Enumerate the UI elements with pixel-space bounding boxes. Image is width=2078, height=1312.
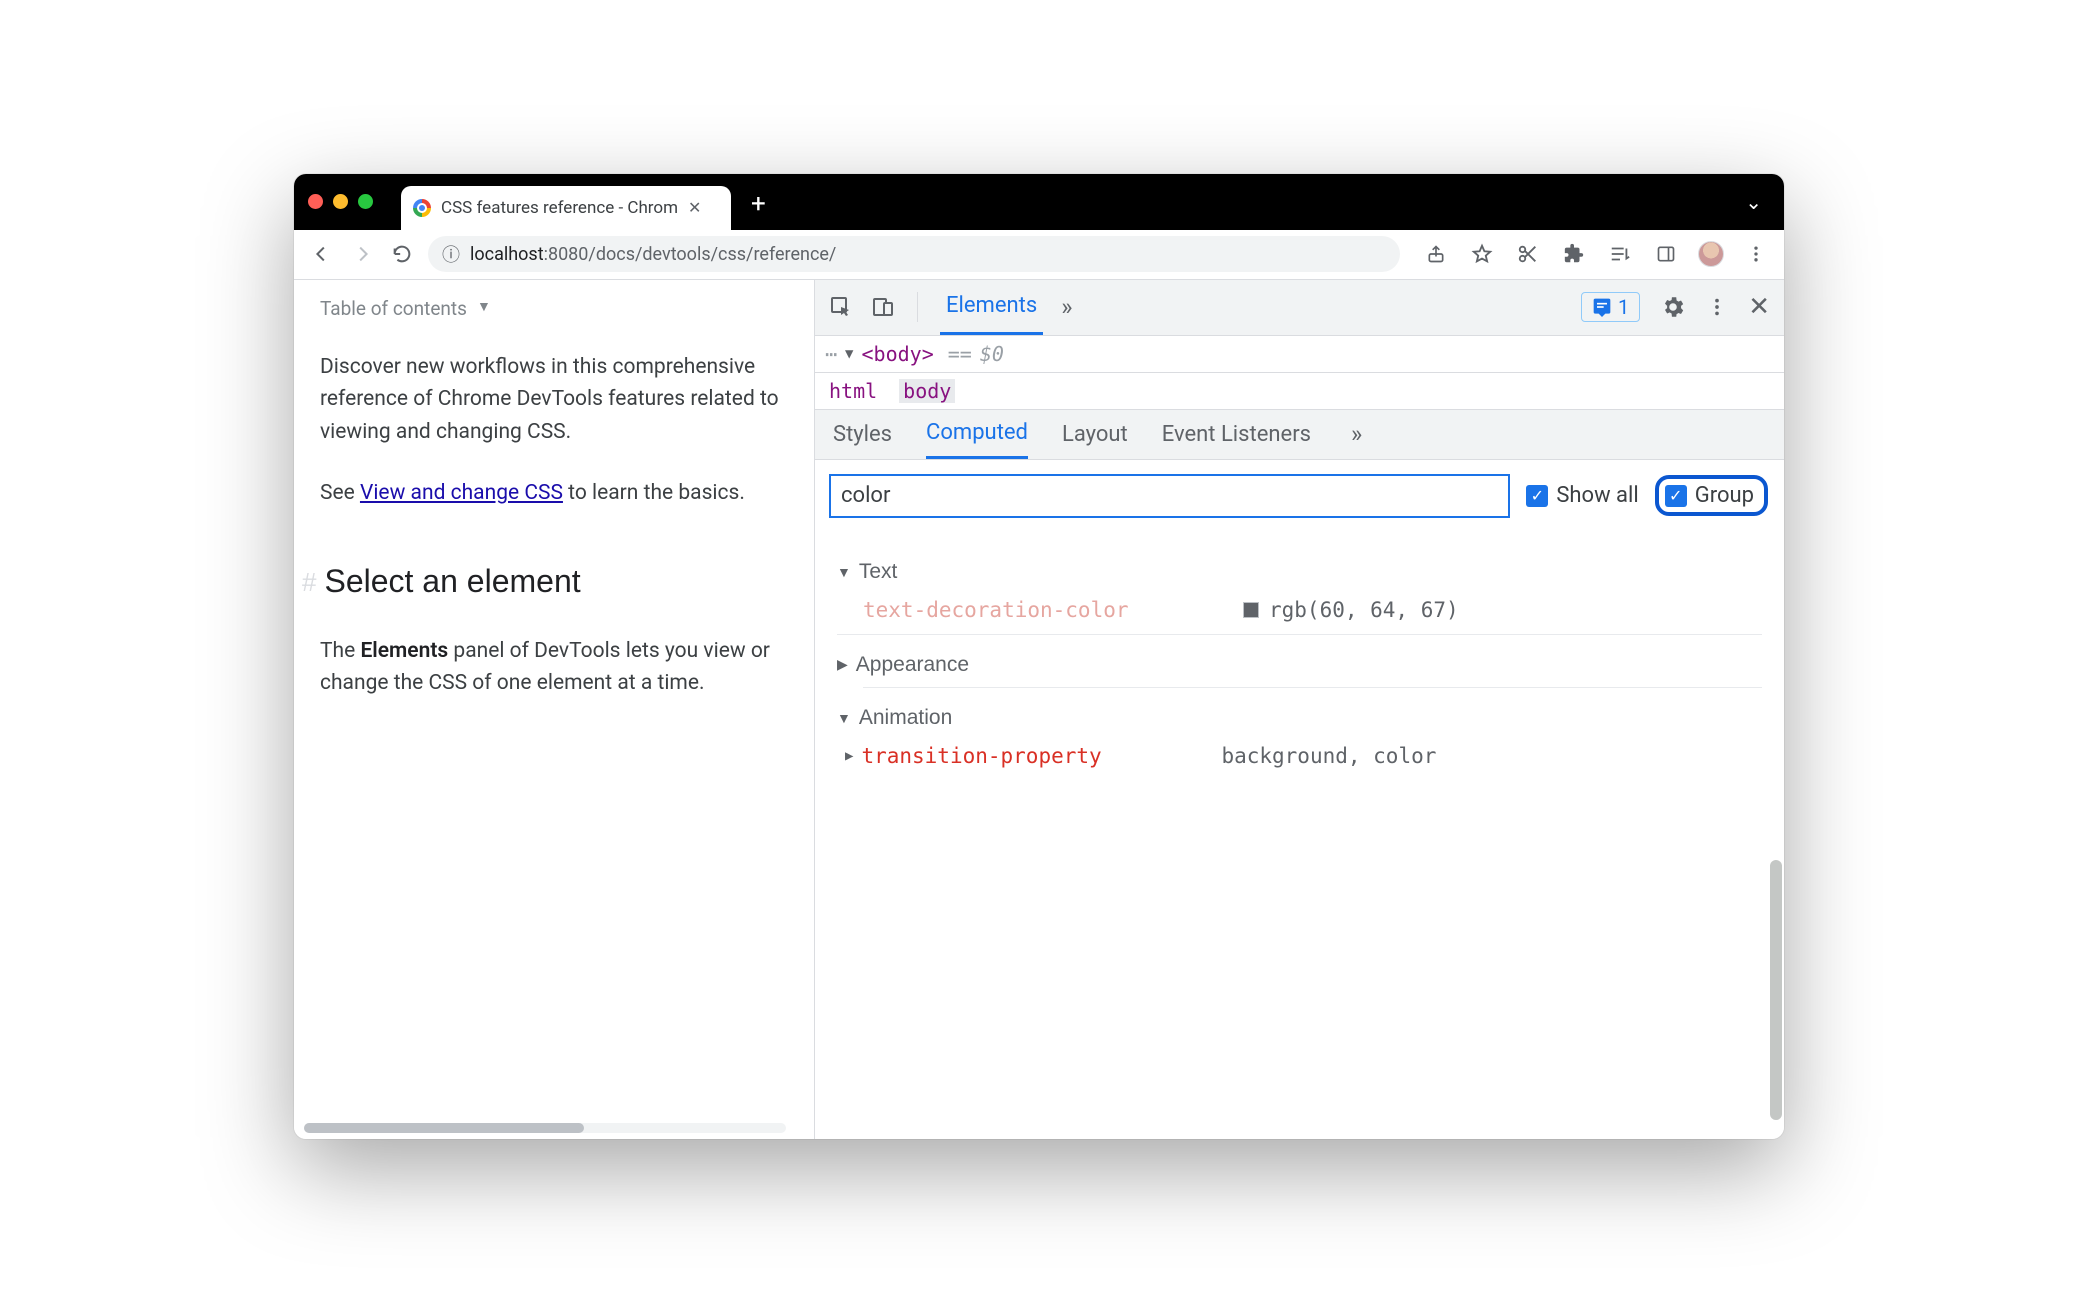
ellipsis-icon: ⋯ xyxy=(825,342,837,366)
filter-input[interactable] xyxy=(829,474,1510,518)
intro-paragraph: Discover new workflows in this comprehen… xyxy=(320,351,788,449)
group-checkbox[interactable]: ✓ Group xyxy=(1665,483,1754,508)
tab-close-icon[interactable]: ✕ xyxy=(688,198,701,217)
toc-label: Table of contents xyxy=(320,294,467,323)
issues-count: 1 xyxy=(1618,295,1629,319)
toolbar-actions xyxy=(1422,241,1770,267)
triangle-right-icon: ▶ xyxy=(845,748,853,764)
crumb-body[interactable]: body xyxy=(899,379,955,403)
property-row[interactable]: ▶ transition-property background, color xyxy=(837,730,1762,780)
crumb-html[interactable]: html xyxy=(829,379,877,403)
profile-avatar[interactable] xyxy=(1698,241,1724,267)
extensions-icon[interactable] xyxy=(1560,243,1588,265)
tab-strip: CSS features reference - Chrom ✕ + ⌄ xyxy=(294,174,1784,230)
dollar-var: $0 xyxy=(980,342,1004,366)
subtab-layout[interactable]: Layout xyxy=(1062,410,1128,459)
group-label: Group xyxy=(1695,483,1754,508)
address-bar[interactable]: ⓘ localhost:8080/docs/devtools/css/refer… xyxy=(428,236,1400,272)
browser-window: CSS features reference - Chrom ✕ + ⌄ ⓘ l… xyxy=(294,174,1784,1139)
new-tab-button[interactable]: + xyxy=(751,189,766,219)
side-panel-icon[interactable] xyxy=(1652,244,1680,264)
chrome-favicon-icon xyxy=(413,199,431,217)
devtools-panel: Elements » 1 ✕ ⋯ xyxy=(814,280,1784,1139)
anchor-hash-icon[interactable]: # xyxy=(302,562,316,602)
checkbox-checked-icon: ✓ xyxy=(1665,485,1687,507)
horizontal-scrollbar[interactable] xyxy=(304,1123,786,1133)
triangle-down-icon: ▼ xyxy=(837,710,851,726)
chevron-down-icon: ▼ xyxy=(477,297,491,319)
issues-badge[interactable]: 1 xyxy=(1581,292,1640,322)
scrollbar-thumb[interactable] xyxy=(1770,860,1782,1120)
subtab-styles[interactable]: Styles xyxy=(833,410,892,459)
inspect-element-icon[interactable] xyxy=(829,295,853,319)
subtab-computed[interactable]: Computed xyxy=(926,410,1028,459)
group-animation-header[interactable]: ▼ Animation xyxy=(837,706,1762,730)
device-toolbar-icon[interactable] xyxy=(871,295,895,319)
expand-triangle-icon[interactable]: ▼ xyxy=(845,346,853,362)
back-button[interactable] xyxy=(308,243,336,265)
triangle-right-icon: ▶ xyxy=(837,656,848,673)
subtab-event-listeners[interactable]: Event Listeners xyxy=(1162,410,1311,459)
tab-elements[interactable]: Elements xyxy=(940,280,1043,335)
elements-panel-paragraph: The Elements panel of DevTools lets you … xyxy=(320,635,788,700)
property-row[interactable]: text-decoration-color rgb(60, 64, 67) xyxy=(837,584,1762,635)
select-element-heading: # Select an element xyxy=(320,557,788,607)
bookmark-star-icon[interactable] xyxy=(1468,243,1496,265)
tab-list-caret-icon[interactable]: ⌄ xyxy=(1745,190,1762,214)
reload-button[interactable] xyxy=(388,243,416,265)
devtools-header: Elements » 1 ✕ xyxy=(815,280,1784,336)
styles-subtabs: Styles Computed Layout Event Listeners » xyxy=(815,410,1784,460)
share-icon[interactable] xyxy=(1422,244,1450,264)
menu-kebab-icon[interactable] xyxy=(1742,244,1770,264)
separator xyxy=(917,292,918,322)
devtools-kebab-icon[interactable] xyxy=(1706,296,1728,318)
page-content: Table of contents ▼ Discover new workflo… xyxy=(294,280,814,1139)
computed-filter-row: ✓ Show all ✓ Group xyxy=(815,460,1784,532)
browser-tab[interactable]: CSS features reference - Chrom ✕ xyxy=(401,186,731,230)
see-also-paragraph: See View and change CSS to learn the bas… xyxy=(320,477,788,510)
vertical-scrollbar[interactable] xyxy=(1768,460,1784,1139)
prop-value: rgb(60, 64, 67) xyxy=(1243,598,1459,622)
equals-text: == xyxy=(948,342,972,366)
color-swatch-icon[interactable] xyxy=(1243,602,1259,618)
group-text-header[interactable]: ▼ Text xyxy=(837,560,1762,584)
group-checkbox-highlight: ✓ Group xyxy=(1655,475,1768,516)
view-change-css-link[interactable]: View and change CSS xyxy=(360,481,563,505)
more-subtabs-icon[interactable]: » xyxy=(1351,420,1362,448)
group-appearance-header[interactable]: ▶ Appearance xyxy=(837,653,1762,677)
url-text: localhost:8080/docs/devtools/css/referen… xyxy=(470,244,836,265)
browser-toolbar: ⓘ localhost:8080/docs/devtools/css/refer… xyxy=(294,230,1784,280)
prop-name: transition-property xyxy=(861,744,1221,768)
computed-groups: ▼ Text text-decoration-color rgb(60, 64,… xyxy=(815,532,1784,780)
prop-name: text-decoration-color xyxy=(863,598,1243,622)
reading-list-icon[interactable] xyxy=(1606,243,1634,265)
close-window-button[interactable] xyxy=(308,194,323,209)
dom-tree-row[interactable]: ⋯ ▼ <body> == $0 xyxy=(815,336,1784,373)
body-tag: <body> xyxy=(861,342,933,366)
forward-button[interactable] xyxy=(348,243,376,265)
content-area: Table of contents ▼ Discover new workflo… xyxy=(294,280,1784,1139)
maximize-window-button[interactable] xyxy=(358,194,373,209)
show-all-checkbox[interactable]: ✓ Show all xyxy=(1526,483,1638,508)
more-tabs-icon[interactable]: » xyxy=(1061,293,1072,321)
tab-title: CSS features reference - Chrom xyxy=(441,198,678,218)
scissors-icon[interactable] xyxy=(1514,243,1542,265)
checkbox-checked-icon: ✓ xyxy=(1526,485,1548,507)
triangle-down-icon: ▼ xyxy=(837,564,851,580)
devtools-close-icon[interactable]: ✕ xyxy=(1748,292,1770,322)
settings-gear-icon[interactable] xyxy=(1660,294,1686,320)
prop-value: background, color xyxy=(1221,744,1436,768)
show-all-label: Show all xyxy=(1556,483,1638,508)
dom-breadcrumbs: html body xyxy=(815,373,1784,410)
toc-toggle[interactable]: Table of contents ▼ xyxy=(320,294,788,323)
site-info-icon[interactable]: ⓘ xyxy=(442,241,460,267)
window-controls xyxy=(308,194,373,209)
scrollbar-thumb[interactable] xyxy=(304,1123,584,1133)
minimize-window-button[interactable] xyxy=(333,194,348,209)
